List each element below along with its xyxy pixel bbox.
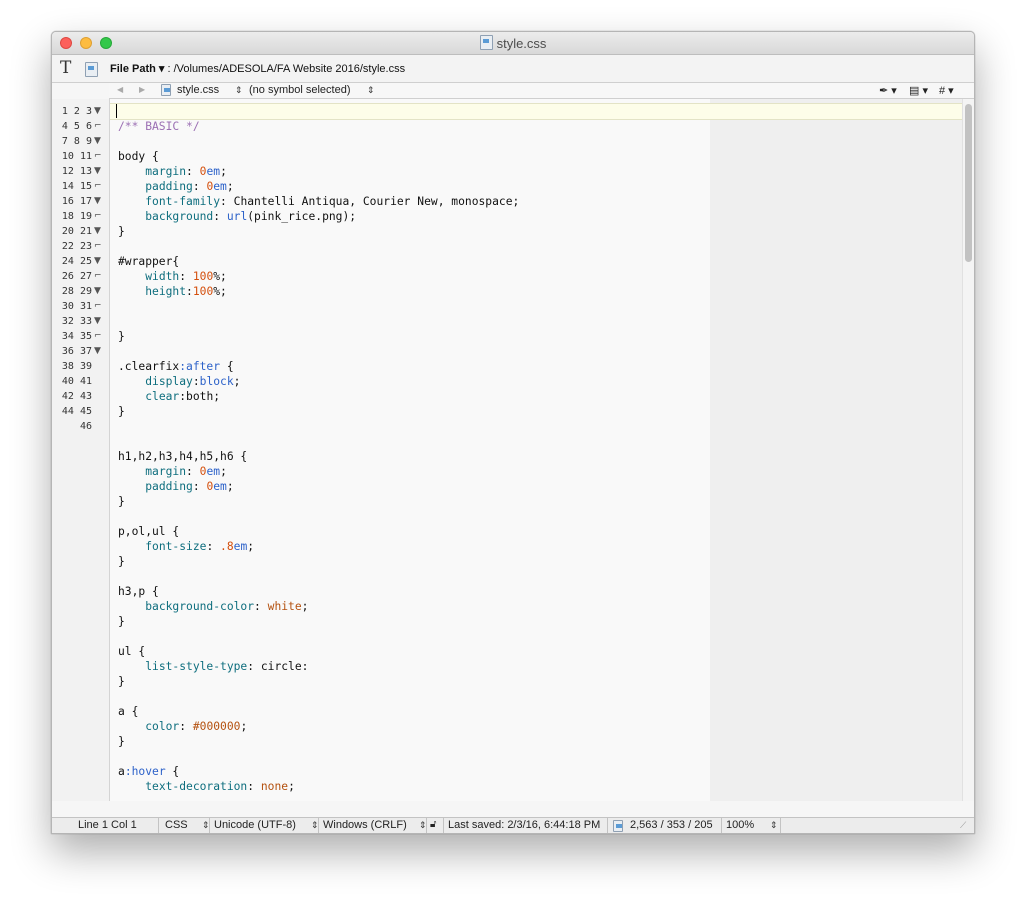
document-menu[interactable]: ▤ ▾ <box>909 84 928 97</box>
code-line: } <box>118 405 125 418</box>
code-line: } <box>118 330 125 343</box>
zoom-level[interactable]: 100% <box>726 819 754 831</box>
code-line: p,ol,ul { <box>118 525 180 538</box>
code-line: padding: 0em; <box>145 180 234 193</box>
marker-menu[interactable]: ✒ ▾ <box>879 84 897 97</box>
code-line: margin: 0em; <box>145 465 227 478</box>
resize-grip-icon[interactable]: ⟋ <box>960 820 966 831</box>
file-path-value: : /Volumes/ADESOLA/FA Website 2016/style… <box>164 63 406 75</box>
document-counts[interactable]: 2,563 / 353 / 205 <box>630 819 713 831</box>
encoding-menu[interactable]: Unicode (UTF-8) <box>214 819 296 831</box>
code-line: font-family: Chantelli Antiqua, Courier … <box>145 195 520 208</box>
code-line: background: url(pink_rice.png); <box>145 210 357 223</box>
code-line: a { <box>118 705 139 718</box>
scrollbar-thumb[interactable] <box>965 104 972 262</box>
lock-icon[interactable]: 🔓︎ <box>430 819 436 830</box>
code-line: background-color: white; <box>145 600 309 613</box>
back-icon[interactable]: ◀ <box>117 85 123 94</box>
code-line: ul { <box>118 645 146 658</box>
page-guide-area <box>710 99 962 801</box>
code-line: } <box>118 225 125 238</box>
title-bar: style.css <box>52 32 974 55</box>
window-title: style.css <box>52 35 974 51</box>
line-endings-menu[interactable]: Windows (CRLF) <box>323 819 407 831</box>
code-line: padding: 0em; <box>145 480 234 493</box>
file-menu[interactable]: style.css <box>177 84 219 96</box>
text-cursor <box>116 104 117 118</box>
window-title-text: style.css <box>496 36 547 51</box>
code-line: list-style-type: circle: <box>145 660 309 673</box>
file-path: File Path ▾ : /Volumes/ADESOLA/FA Websit… <box>110 62 405 75</box>
code-line: /** BASIC */ <box>118 120 200 133</box>
status-bar: Line 1 Col 1 CSS ⇕ Unicode (UTF-8) ⇕ Win… <box>52 817 974 833</box>
last-saved: Last saved: 2/3/16, 6:44:18 PM <box>448 819 601 831</box>
editor-window: style.css T File Path ▾ : /Volumes/ADESO… <box>51 31 975 834</box>
text-tool-icon[interactable]: T <box>60 58 71 78</box>
code-line: font-size: .8em; <box>145 540 255 553</box>
code-line: margin: 0em; <box>145 165 227 178</box>
document-stats-icon <box>613 820 623 832</box>
forward-icon[interactable]: ▶ <box>139 85 145 94</box>
code-line: color: #000000; <box>145 720 248 733</box>
document-proxy-icon[interactable] <box>85 62 98 77</box>
code-line: width: 100%; <box>145 270 227 283</box>
file-icon <box>161 84 171 96</box>
counterpart-menu[interactable]: # ▾ <box>939 84 954 97</box>
code-line: } <box>118 555 125 568</box>
code-editor[interactable]: ​ /** BASIC */ body { margin: 0em; paddi… <box>110 99 962 801</box>
zoom-arrows-icon[interactable]: ⇕ <box>770 820 778 831</box>
code-line: h3,p { <box>118 585 159 598</box>
code-line: .clearfix:after { <box>118 360 234 373</box>
file-path-menu[interactable]: File Path ▾ <box>110 63 164 75</box>
symbol-menu[interactable]: (no symbol selected) <box>249 84 351 96</box>
navigation-bar: ◀ ▶ style.css ⇕ (no symbol selected) ⇕ ✒… <box>109 83 974 99</box>
code-line: } <box>118 495 125 508</box>
code-line: } <box>118 675 125 688</box>
code-line: text-decoration: none; <box>145 780 295 793</box>
code-line: body { <box>118 150 159 163</box>
code-line: a:hover { <box>118 765 180 778</box>
fold-markers[interactable]: ▼ ⌐ ▼ ⌐ ▼ ⌐ ▼ ⌐ ▼ ⌐ ▼ ⌐ ▼ ⌐ ▼ ⌐ ▼ <box>94 104 106 359</box>
code-line: h1,h2,h3,h4,h5,h6 { <box>118 450 248 463</box>
vertical-scrollbar[interactable] <box>962 99 974 801</box>
line-number-gutter: 1 2 3 4 5 6 7 8 9 10 11 12 13 14 15 16 1… <box>52 99 110 801</box>
symbol-menu-arrows-icon[interactable]: ⇕ <box>367 85 375 96</box>
code-line: } <box>118 615 125 628</box>
document-icon <box>479 35 493 50</box>
cursor-position[interactable]: Line 1 Col 1 <box>78 819 137 831</box>
code-line: height:100%; <box>145 285 227 298</box>
code-text[interactable]: ​ /** BASIC */ body { margin: 0em; paddi… <box>118 104 519 794</box>
code-line: #wrapper{ <box>118 255 180 268</box>
file-menu-arrows-icon[interactable]: ⇕ <box>235 85 243 96</box>
code-line: } <box>118 735 125 748</box>
line-numbers: 1 2 3 4 5 6 7 8 9 10 11 12 13 14 15 16 1… <box>61 106 92 432</box>
code-line: display:block; <box>145 375 241 388</box>
language-menu[interactable]: CSS <box>165 819 188 831</box>
path-bar: T File Path ▾ : /Volumes/ADESOLA/FA Webs… <box>52 55 974 83</box>
code-line: clear:both; <box>145 390 221 403</box>
